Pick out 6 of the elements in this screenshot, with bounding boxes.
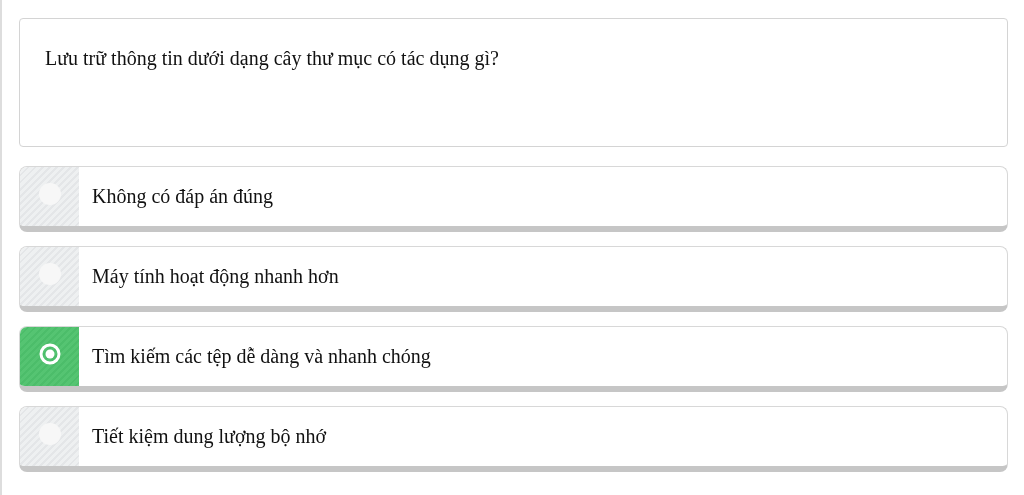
answer-option[interactable]: Không có đáp án đúng [19,166,1008,232]
answer-option[interactable]: Tiết kiệm dung lượng bộ nhớ [19,406,1008,472]
answer-option[interactable]: Tìm kiếm các tệp dễ dàng và nhanh chóng [19,326,1008,392]
radio-icon [38,342,61,365]
answer-option[interactable]: Máy tính hoạt động nhanh hơn [19,246,1008,312]
question-text: Lưu trữ thông tin dưới dạng cây thư mục có tác dụng gì? [19,18,1008,147]
